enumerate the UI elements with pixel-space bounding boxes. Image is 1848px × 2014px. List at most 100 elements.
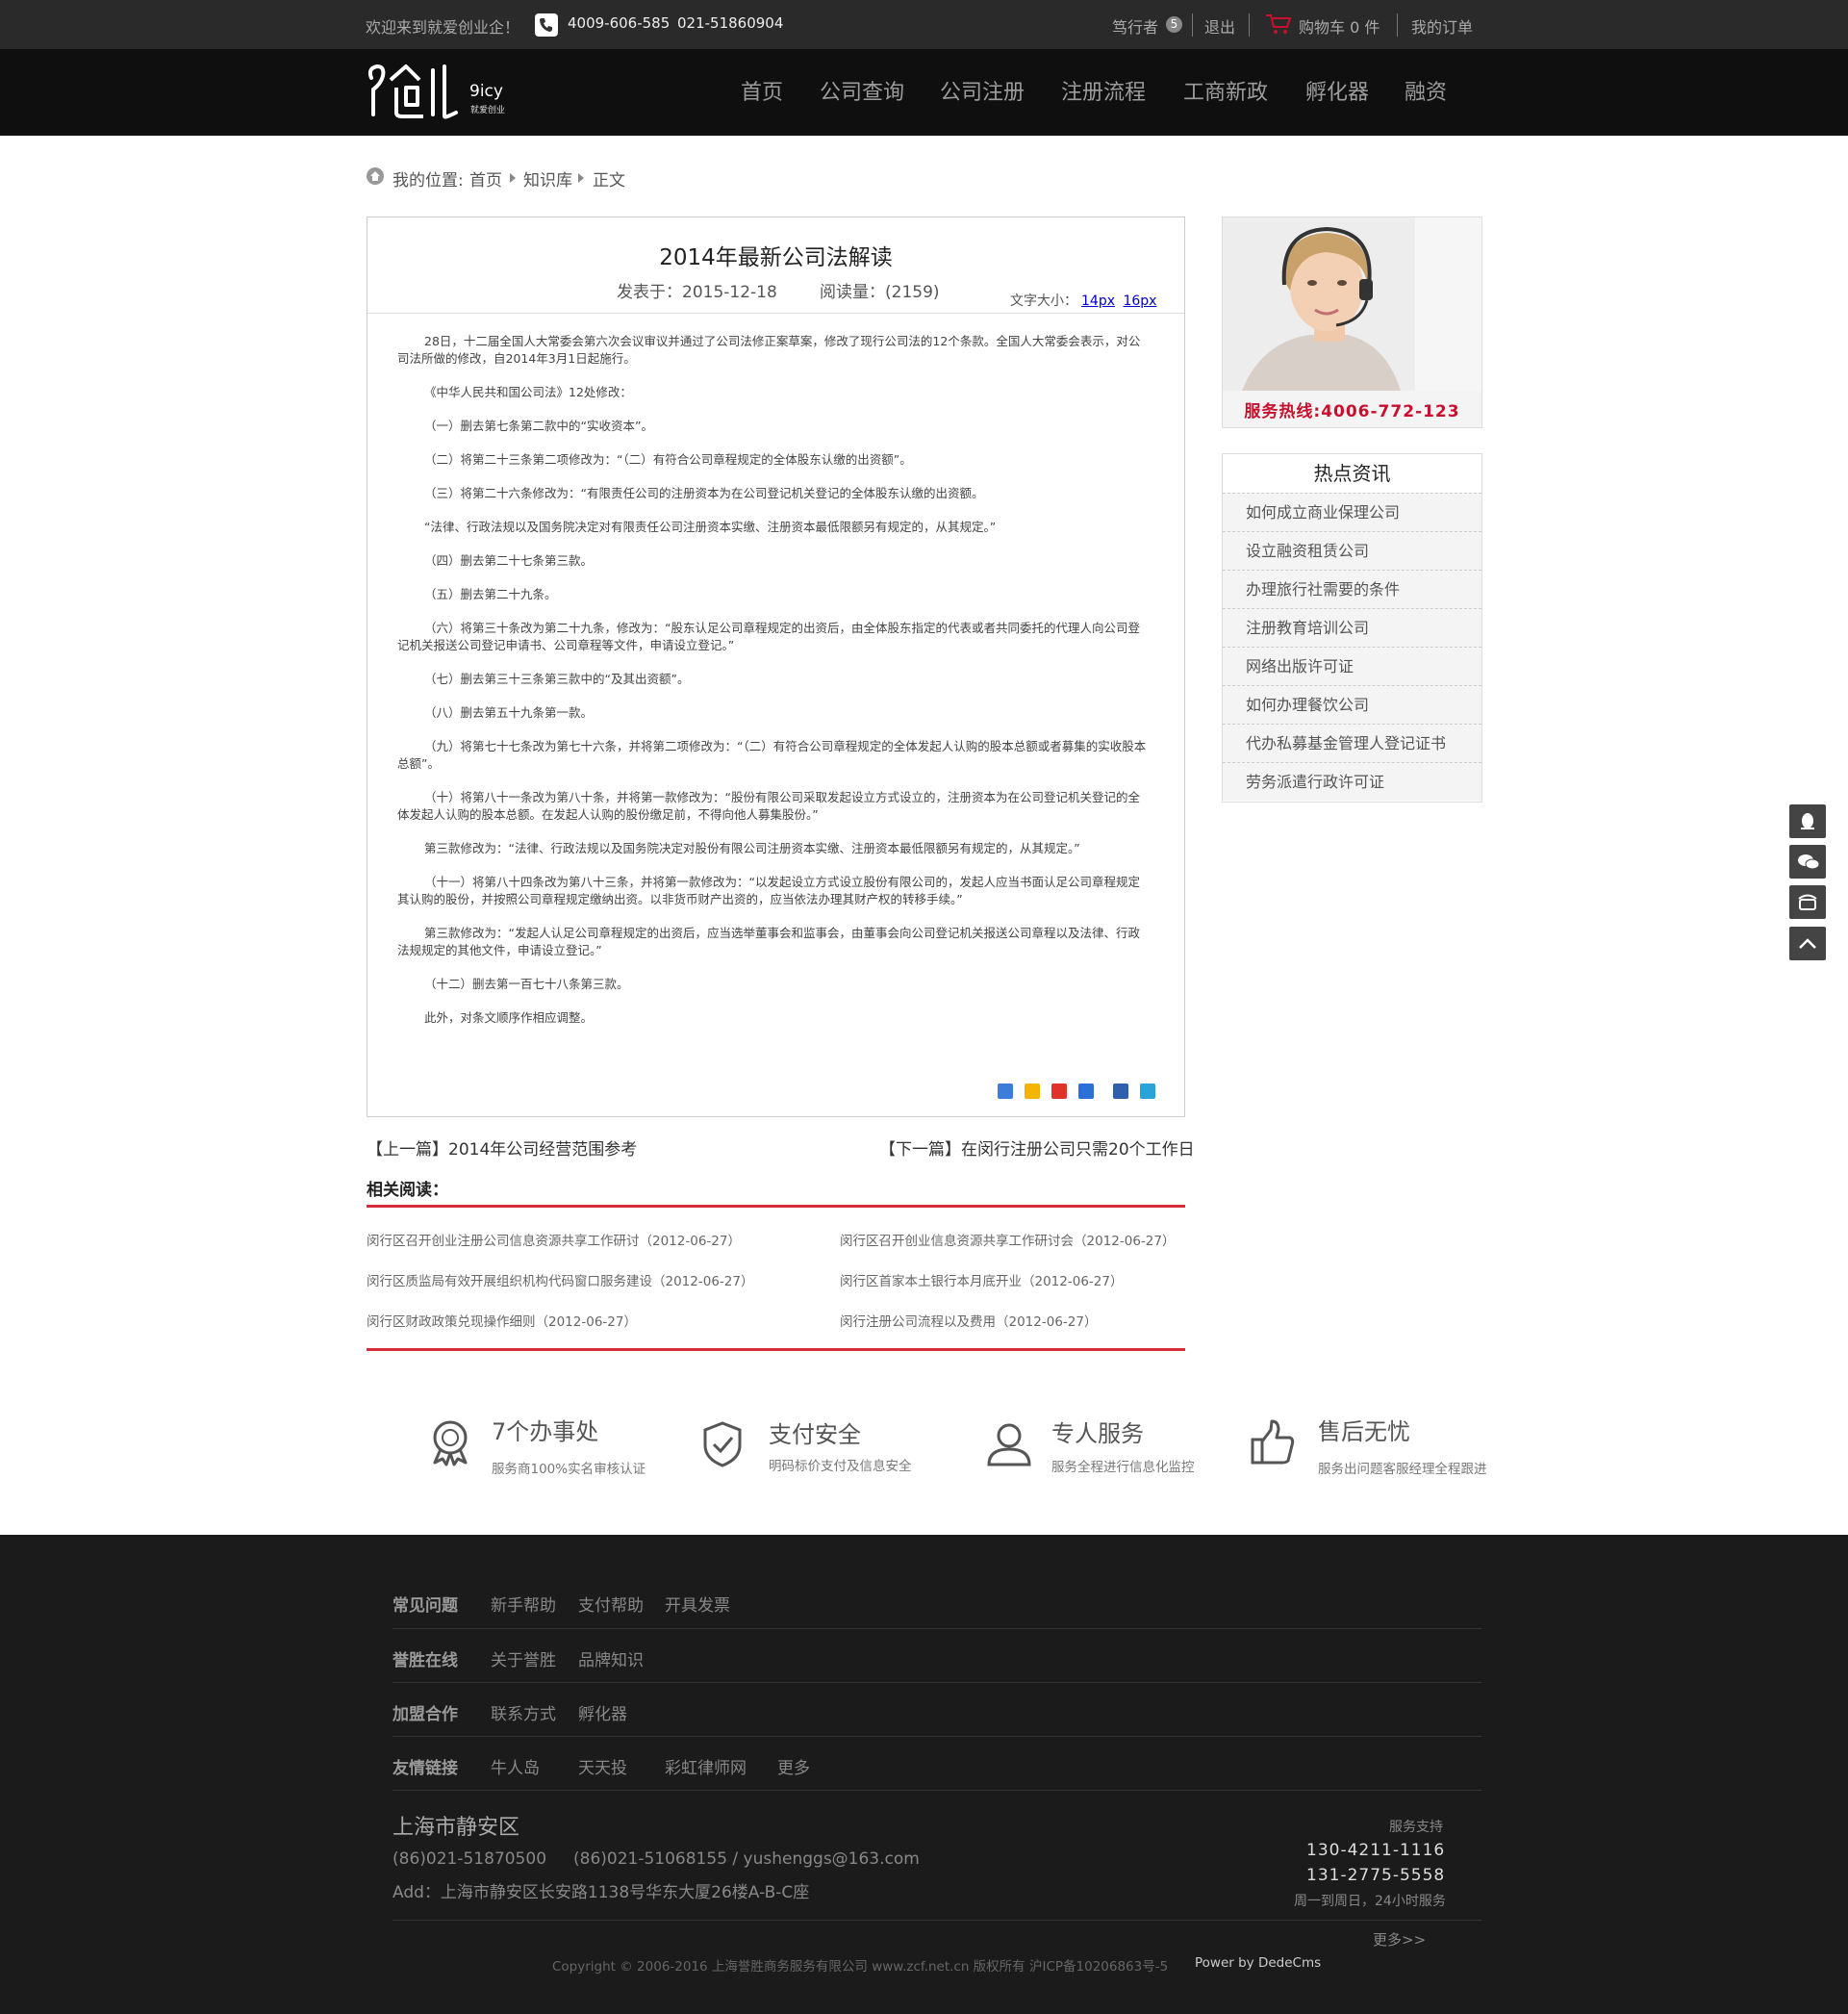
- article-paragraph: “法律、行政法规以及国务院决定对有限责任公司注册资本实缴、注册资本最低限额另有规…: [424, 520, 997, 534]
- related-link[interactable]: 闵行区召开创业注册公司信息资源共享工作研讨（2012-06-27）: [367, 1230, 741, 1249]
- qq-button[interactable]: [1789, 804, 1826, 838]
- footer-more-link[interactable]: 更多>>: [1373, 1929, 1426, 1950]
- hot-news-item[interactable]: 办理旅行社需要的条件: [1223, 570, 1481, 608]
- footer-link[interactable]: 孵化器: [578, 1700, 627, 1724]
- related-link[interactable]: 闵行注册公司流程以及费用（2012-06-27）: [840, 1311, 1097, 1330]
- site-logo[interactable]: 9icy 就爱创业: [364, 59, 508, 126]
- copyright: Copyright © 2006-2016 上海誉胜商务服务有限公司 www.z…: [552, 1959, 1169, 1975]
- article-paragraph: （六）将第三十条改为第二十九条，修改为：“股东认足公司章程规定的出资后，由全体股…: [397, 621, 1140, 652]
- footer-link[interactable]: 更多: [777, 1754, 810, 1778]
- footer-link[interactable]: 品牌知识: [578, 1646, 644, 1670]
- footer-link[interactable]: 天天投: [578, 1754, 627, 1778]
- footer-link[interactable]: 新手帮助: [491, 1592, 556, 1616]
- user-icon: [987, 1423, 1031, 1466]
- nav-item-register-process[interactable]: 注册流程: [1061, 75, 1146, 106]
- article-paragraph: （九）将第七十七条改为第七十六条，并将第二项修改为：“（二）有符合公司章程规定的…: [397, 739, 1147, 771]
- related-link[interactable]: 闵行区召开创业信息资源共享工作研讨会（2012-06-27）: [840, 1230, 1175, 1249]
- qq-icon: [1801, 813, 1814, 829]
- hot-news-panel: 热点资讯 如何成立商业保理公司 设立融资租赁公司 办理旅行社需要的条件 注册教育…: [1222, 453, 1482, 803]
- cart-link[interactable]: 购物车 0 件: [1299, 14, 1380, 38]
- related-link[interactable]: 闵行区质监局有效开展组织机构代码窗口服务建设（2012-06-27）: [367, 1270, 753, 1289]
- footer: 常见问题 新手帮助 支付帮助 开具发票 誉胜在线 关于誉胜 品牌知识 加盟合作 …: [0, 1535, 1848, 2014]
- powered-by[interactable]: Power by DedeCms: [1195, 1955, 1321, 1971]
- font-16px-link[interactable]: 16px: [1123, 293, 1156, 309]
- my-orders-link[interactable]: 我的订单: [1411, 14, 1473, 38]
- nav-item-home[interactable]: 首页: [741, 75, 783, 106]
- logout-link[interactable]: 退出: [1204, 14, 1235, 38]
- feature-title: 专人服务: [1051, 1420, 1144, 1447]
- hot-news-item[interactable]: 如何办理餐饮公司: [1223, 685, 1481, 724]
- nav-item-policy[interactable]: 工商新政: [1183, 75, 1268, 106]
- divider: [1192, 13, 1193, 37]
- support-agent-photo: [1223, 217, 1481, 391]
- nav-item-company-search[interactable]: 公司查询: [820, 75, 904, 106]
- service-card: 服务热线:4006-772-123: [1222, 217, 1482, 428]
- breadcrumb-label: 我的位置:: [392, 171, 464, 191]
- hot-news-item[interactable]: 劳务派遣行政许可证: [1223, 762, 1481, 801]
- badge-icon: [433, 1420, 468, 1466]
- hot-news-item[interactable]: 网络出版许可证: [1223, 647, 1481, 685]
- footer-row-label: 常见问题: [392, 1596, 458, 1616]
- hot-news-item[interactable]: 如何成立商业保理公司: [1223, 493, 1481, 531]
- hot-news-item[interactable]: 注册教育培训公司: [1223, 608, 1481, 647]
- phone-button[interactable]: [1789, 885, 1826, 919]
- welcome-text: 欢迎来到就爱创业企！: [366, 18, 520, 37]
- footer-link[interactable]: 彩虹律师网: [665, 1754, 747, 1778]
- article-date: 发表于：2015-12-18: [617, 283, 777, 302]
- breadcrumb-home[interactable]: 首页: [469, 166, 502, 191]
- feature-subtitle: 明码标价支付及信息安全: [769, 1459, 912, 1474]
- top-bar: 欢迎来到就爱创业企！ 4009-606-585 021-51860904 笃行者…: [0, 0, 1848, 49]
- wechat-icon: [1798, 854, 1820, 870]
- logo-en: 9icy: [469, 82, 503, 101]
- footer-link[interactable]: 联系方式: [491, 1700, 556, 1724]
- next-article-link[interactable]: 【下一篇】在闵行注册公司只需20个工作日: [879, 1135, 1195, 1160]
- article-box: 2014年最新公司法解读 发表于：2015-12-18 阅读量：(2159) 文…: [367, 217, 1185, 1117]
- hot-news-item[interactable]: 代办私募基金管理人登记证书: [1223, 724, 1481, 762]
- font-size-switch: 文字大小： 14px 16px: [1010, 291, 1156, 310]
- related-link[interactable]: 闵行区财政政策兑现操作细则（2012-06-27）: [367, 1311, 637, 1330]
- nav-item-incubator[interactable]: 孵化器: [1305, 75, 1369, 106]
- feature-subtitle: 服务商100%实名审核认证: [492, 1462, 646, 1477]
- share-weibo-icon[interactable]: [1051, 1083, 1067, 1099]
- thumbs-up-icon: [1251, 1419, 1295, 1465]
- related-title: 相关阅读：: [367, 1181, 448, 1200]
- nav-item-financing[interactable]: 融资: [1405, 75, 1447, 106]
- footer-address: Add：上海市静安区长安路1138号华东大厦26楼A-B-C座: [392, 1883, 810, 1902]
- font-14px-link[interactable]: 14px: [1081, 293, 1115, 309]
- support-hours: 周一到周日，24小时服务: [1294, 1894, 1446, 1909]
- nav-item-company-register[interactable]: 公司注册: [940, 75, 1025, 106]
- footer-divider: [392, 1628, 1481, 1629]
- cart-icon: [1264, 13, 1293, 39]
- back-to-top-button[interactable]: [1789, 927, 1826, 960]
- user-name-link[interactable]: 笃行者: [1112, 14, 1158, 38]
- footer-row-label: 誉胜在线: [392, 1651, 458, 1670]
- article-paragraph: （二）将第二十三条第二项修改为：“（二）有符合公司章程规定的全体股东认缴的出资额…: [424, 452, 912, 467]
- chevron-up-icon: [1799, 938, 1816, 949]
- share-more-icon[interactable]: [998, 1083, 1013, 1099]
- support-phone-2: 131-2775-5558: [1306, 1866, 1446, 1885]
- shield-icon: [703, 1421, 742, 1467]
- footer-link[interactable]: 支付帮助: [578, 1592, 644, 1616]
- article-paragraph: （三）将第二十六条修改为：“有限责任公司的注册资本为在公司登记机关登记的全体股东…: [424, 486, 984, 500]
- share-qzone-icon[interactable]: [1025, 1083, 1040, 1099]
- hot-news-title: 热点资讯: [1223, 454, 1481, 493]
- hot-news-item[interactable]: 设立融资租赁公司: [1223, 531, 1481, 570]
- share-baidu-icon[interactable]: [1078, 1083, 1094, 1099]
- font-size-label: 文字大小：: [1010, 293, 1077, 309]
- footer-divider: [392, 1682, 1481, 1683]
- wechat-button[interactable]: [1789, 845, 1826, 879]
- phone-icon: [535, 13, 558, 37]
- footer-link[interactable]: 牛人岛: [491, 1754, 540, 1778]
- logo-mark: [367, 64, 458, 119]
- share-renren-icon[interactable]: [1113, 1083, 1128, 1099]
- related-link[interactable]: 闵行区首家本土银行本月底开业（2012-06-27）: [840, 1270, 1123, 1289]
- footer-link[interactable]: 关于誉胜: [491, 1646, 556, 1670]
- share-tencent-icon[interactable]: [1140, 1083, 1155, 1099]
- prev-article-link[interactable]: 【上一篇】2014年公司经营范围参考: [367, 1135, 637, 1160]
- telephone-icon: [1798, 894, 1817, 910]
- article-paragraph: 28日，十二届全国人大常委会第六次会议审议并通过了公司法修正案草案，修改了现行公…: [397, 334, 1141, 366]
- footer-link[interactable]: 开具发票: [665, 1592, 730, 1616]
- feature-title: 支付安全: [769, 1421, 861, 1448]
- breadcrumb-kb[interactable]: 知识库: [523, 166, 572, 191]
- feature-title: 7个办事处: [492, 1418, 599, 1445]
